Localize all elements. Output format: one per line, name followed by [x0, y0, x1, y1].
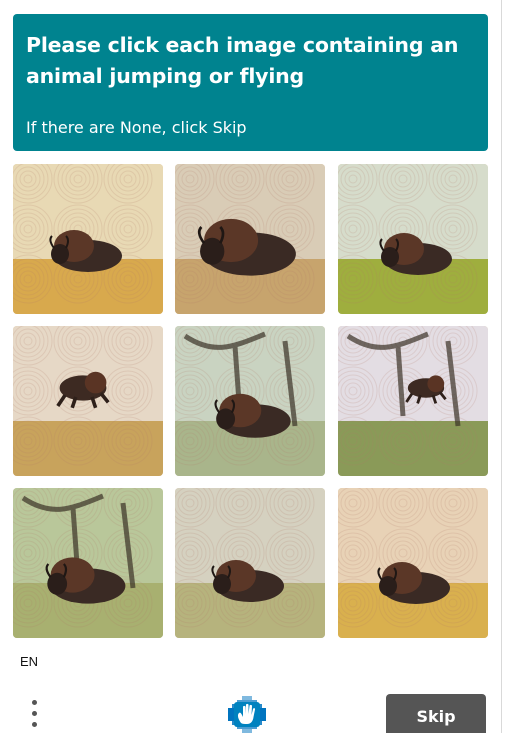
image-tile-3[interactable] [338, 164, 488, 314]
image-tile-5[interactable] [175, 326, 325, 476]
image-grid [13, 164, 488, 638]
bison-image [175, 488, 325, 638]
bison-image [13, 326, 163, 476]
hcaptcha-hand-logo-icon [228, 696, 266, 733]
image-tile-6[interactable] [338, 326, 488, 476]
challenge-prompt-banner: Please click each image containing an an… [13, 14, 488, 151]
skip-button[interactable]: Skip [386, 694, 486, 733]
bison-image [13, 488, 163, 638]
bison-image [13, 164, 163, 314]
image-tile-9[interactable] [338, 488, 488, 638]
image-tile-1[interactable] [13, 164, 163, 314]
challenge-prompt-subtitle: If there are None, click Skip [26, 118, 247, 137]
challenge-prompt-title: Please click each image containing an an… [26, 33, 459, 88]
image-tile-7[interactable] [13, 488, 163, 638]
image-tile-2[interactable] [175, 164, 325, 314]
image-tile-8[interactable] [175, 488, 325, 638]
bison-image [338, 488, 488, 638]
image-tile-4[interactable] [13, 326, 163, 476]
bison-image [175, 326, 325, 476]
bison-image [175, 164, 325, 314]
kebab-menu-icon[interactable] [26, 697, 44, 731]
captcha-challenge-frame: Please click each image containing an an… [0, 0, 502, 733]
bison-image [338, 326, 488, 476]
language-selector[interactable]: EN [20, 654, 38, 669]
bison-image [338, 164, 488, 314]
